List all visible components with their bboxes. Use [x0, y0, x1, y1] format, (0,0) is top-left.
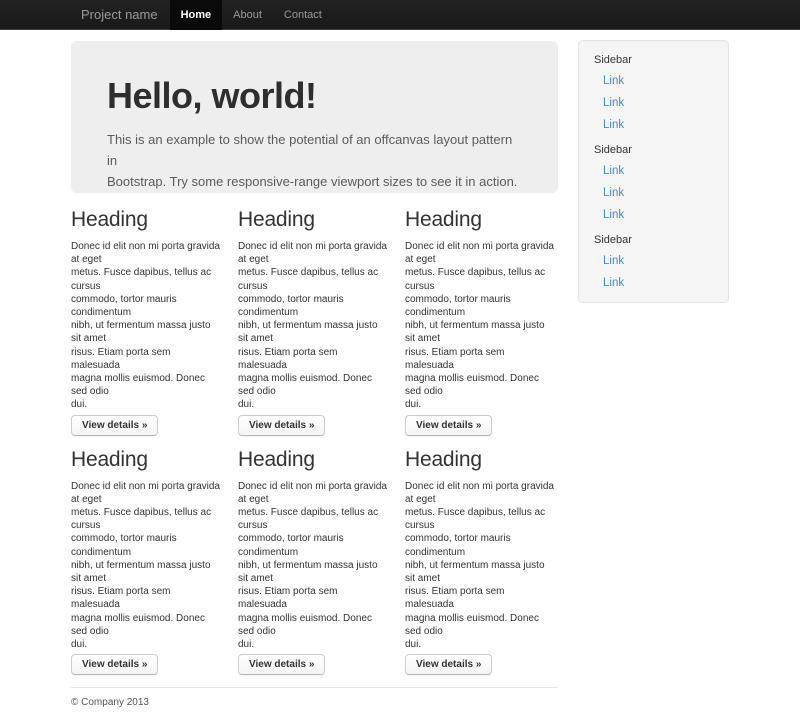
sidebar-link[interactable]: Link: [579, 160, 728, 182]
nav-link[interactable]: About: [222, 0, 273, 30]
view-details-button[interactable]: View details »: [405, 415, 492, 436]
sidebar-link[interactable]: Link: [579, 92, 728, 114]
card-title: Heading: [238, 208, 389, 231]
cards-row-2: Heading Donec id elit non mi porta gravid…: [71, 436, 558, 676]
content-card: Heading Donec id elit non mi porta gravid…: [238, 193, 405, 436]
card-text: Donec id elit non mi porta gravida at eg…: [405, 480, 556, 652]
content-card: Heading Donec id elit non mi porta gravid…: [405, 436, 558, 676]
card-title: Heading: [405, 448, 556, 471]
content-card: Heading Donec id elit non mi porta gravid…: [405, 193, 558, 436]
navbar: Project name HomeAboutContact: [0, 0, 800, 30]
sidebar-group-header: Sidebar: [579, 136, 728, 160]
card-text: Donec id elit non mi porta gravida at eg…: [71, 480, 222, 652]
card-text: Donec id elit non mi porta gravida at eg…: [238, 480, 389, 652]
navbar-menu: HomeAboutContact: [170, 0, 333, 30]
view-details-button[interactable]: View details »: [238, 415, 325, 436]
view-details-button[interactable]: View details »: [405, 654, 492, 675]
sidebar-link[interactable]: Link: [579, 70, 728, 92]
sidebar-link[interactable]: Link: [579, 272, 728, 294]
jumbotron: Hello, world! This is an example to show…: [71, 41, 558, 193]
page-title: Hello, world!: [107, 75, 522, 117]
nav-item-contact[interactable]: Contact: [273, 0, 333, 30]
content-card: Heading Donec id elit non mi porta gravid…: [71, 436, 238, 676]
nav-item-home[interactable]: Home: [170, 0, 223, 30]
card-title: Heading: [71, 208, 222, 231]
footer: © Company 2013: [71, 687, 558, 708]
sidebar-link[interactable]: Link: [579, 182, 728, 204]
sidebar-link[interactable]: Link: [579, 114, 728, 136]
view-details-button[interactable]: View details »: [71, 415, 158, 436]
nav-link[interactable]: Contact: [273, 0, 333, 30]
cards-row-1: Heading Donec id elit non mi porta gravid…: [71, 193, 558, 436]
view-details-button[interactable]: View details »: [238, 654, 325, 675]
footer-divider: [71, 687, 558, 688]
card-title: Heading: [238, 448, 389, 471]
sidebar-link[interactable]: Link: [579, 250, 728, 272]
main-column: Hello, world! This is an example to show…: [71, 30, 558, 717]
page-container: Hello, world! This is an example to show…: [71, 30, 729, 717]
brand[interactable]: Project name: [71, 0, 168, 30]
content-row: Hello, world! This is an example to show…: [71, 30, 729, 717]
navbar-inner: Project name HomeAboutContact: [71, 0, 729, 30]
sidebar-group-header: Sidebar: [579, 226, 728, 250]
jumbotron-description: This is an example to show the potential…: [107, 129, 522, 192]
view-details-button[interactable]: View details »: [71, 654, 158, 675]
card-title: Heading: [71, 448, 222, 471]
copyright-text: © Company 2013: [71, 697, 558, 708]
sidebar: SidebarLinkLinkLinkSidebarLinkLinkLinkSi…: [578, 40, 729, 303]
sidebar-link[interactable]: Link: [579, 204, 728, 226]
content-card: Heading Donec id elit non mi porta gravid…: [238, 436, 405, 676]
card-title: Heading: [405, 208, 556, 231]
sidebar-group-header: Sidebar: [579, 46, 728, 70]
content-card: Heading Donec id elit non mi porta gravid…: [71, 193, 238, 436]
nav-item-about[interactable]: About: [222, 0, 273, 30]
card-text: Donec id elit non mi porta gravida at eg…: [405, 240, 556, 412]
card-text: Donec id elit non mi porta gravida at eg…: [238, 240, 389, 412]
card-text: Donec id elit non mi porta gravida at eg…: [71, 240, 222, 412]
nav-link[interactable]: Home: [170, 0, 223, 30]
